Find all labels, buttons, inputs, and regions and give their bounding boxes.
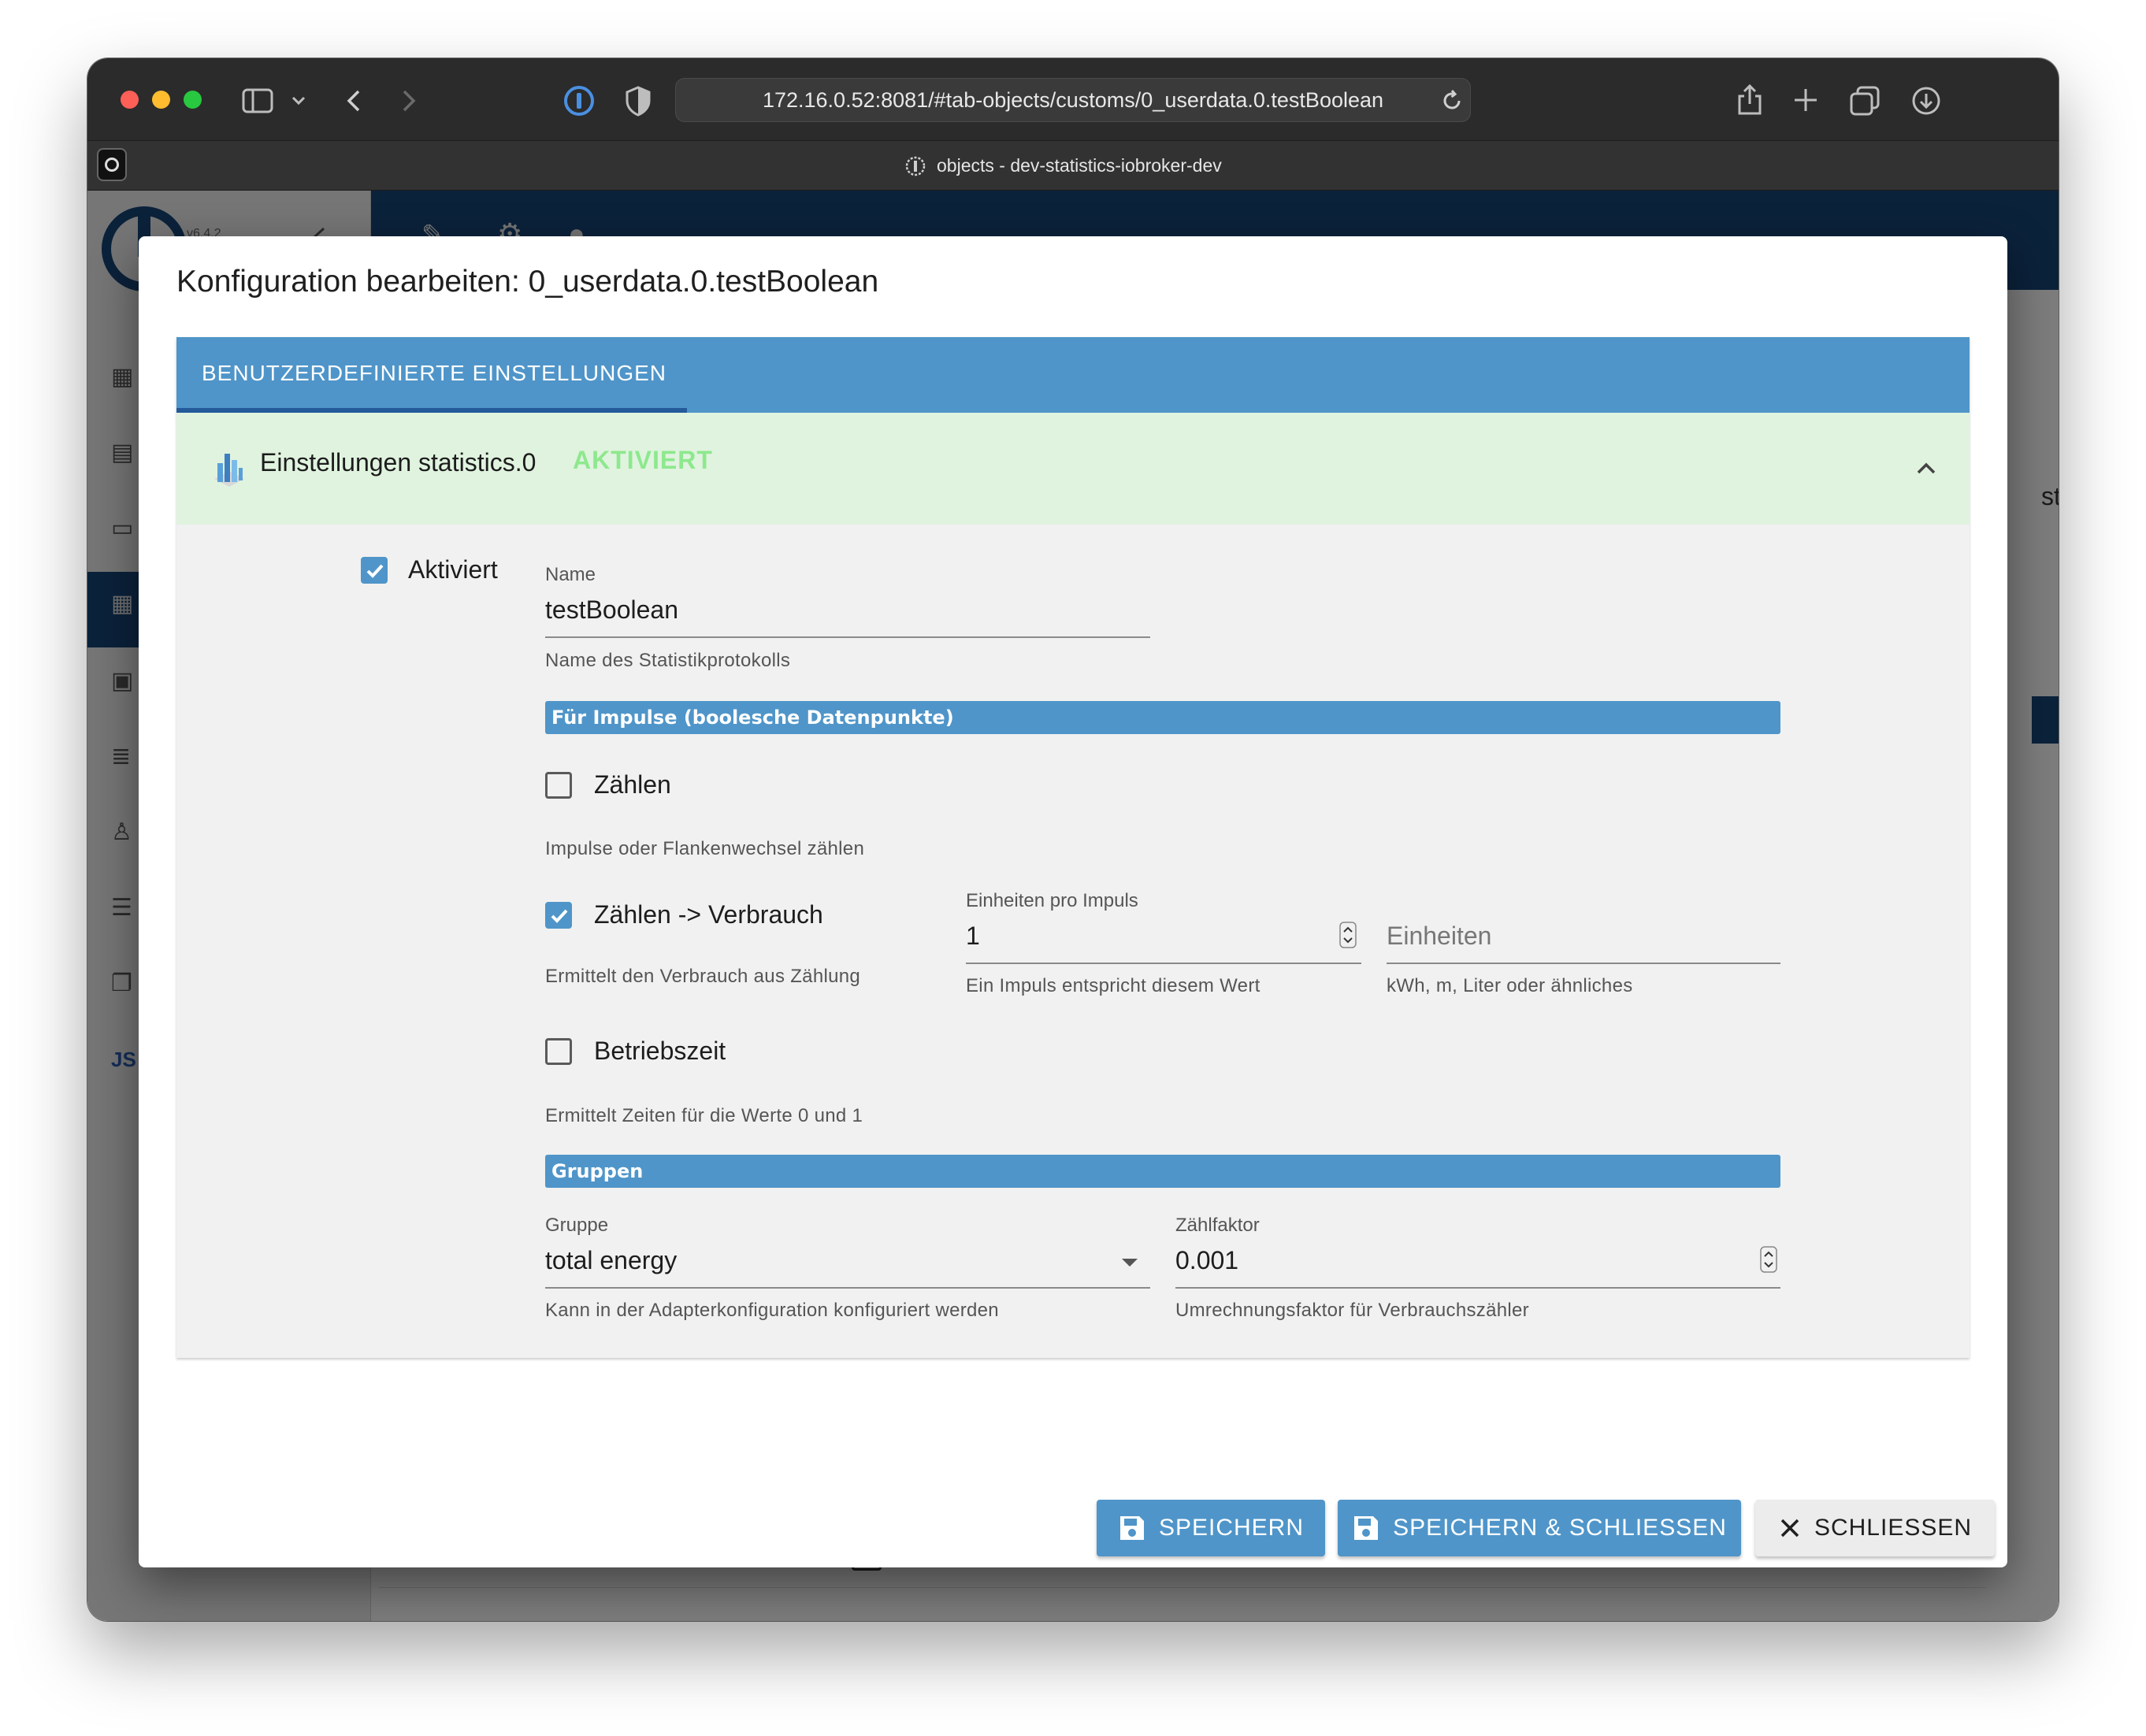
tabs-bar: BENUTZERDEFINIERTE EINSTELLUNGEN bbox=[176, 337, 1970, 413]
count-checkbox[interactable] bbox=[545, 772, 572, 799]
count-factor-label: Zählfaktor bbox=[1175, 1215, 1260, 1236]
sidebar-toggle-icon[interactable] bbox=[242, 88, 273, 113]
units-underline bbox=[1387, 963, 1780, 964]
consumption-checkbox[interactable] bbox=[545, 902, 572, 929]
edit-config-dialog: Konfiguration bearbeiten: 0_userdata.0.t… bbox=[139, 236, 2007, 1567]
chevron-down-icon[interactable] bbox=[291, 95, 306, 107]
name-input[interactable]: testBoolean bbox=[545, 595, 678, 625]
pinned-tab-icon[interactable] bbox=[97, 148, 127, 181]
forward-icon[interactable] bbox=[399, 88, 418, 113]
name-label: Name bbox=[545, 564, 596, 585]
tab-custom-settings[interactable]: BENUTZERDEFINIERTE EINSTELLUNGEN bbox=[202, 337, 666, 410]
group-label: Gruppe bbox=[545, 1215, 609, 1236]
accordion-title: Einstellungen statistics.0 bbox=[260, 448, 536, 477]
consumption-label: Zählen -> Verbrauch bbox=[594, 900, 823, 929]
count-label: Zählen bbox=[594, 770, 671, 799]
save-button[interactable]: SPEICHERN bbox=[1097, 1500, 1325, 1556]
operating-time-label: Betriebszeit bbox=[594, 1037, 726, 1065]
save-close-button[interactable]: SPEICHERN & SCHLIESSEN bbox=[1338, 1500, 1741, 1556]
url-bar[interactable]: 172.16.0.52:8081/#tab-objects/customs/0_… bbox=[675, 78, 1471, 122]
close-button[interactable]: SCHLIESSEN bbox=[1755, 1500, 1995, 1556]
group-select[interactable]: total energy bbox=[545, 1246, 677, 1275]
units-per-impulse-helper: Ein Impuls entspricht diesem Wert bbox=[966, 975, 1260, 996]
name-helper: Name des Statistikprotokolls bbox=[545, 650, 791, 671]
group-underline bbox=[545, 1287, 1150, 1289]
reload-icon[interactable] bbox=[1439, 88, 1465, 113]
consumption-helper: Ermittelt den Verbrauch aus Zählung bbox=[545, 966, 861, 987]
units-per-impulse-label: Einheiten pro Impuls bbox=[966, 890, 1138, 911]
share-icon[interactable] bbox=[1736, 82, 1764, 117]
downloads-icon[interactable] bbox=[1910, 85, 1942, 117]
tab-overview-icon[interactable] bbox=[1849, 85, 1881, 117]
dialog-title: Konfiguration bearbeiten: 0_userdata.0.t… bbox=[176, 265, 879, 299]
count-helper: Impulse oder Flankenwechsel zählen bbox=[545, 838, 865, 859]
number-spinner-icon[interactable] bbox=[1339, 922, 1357, 948]
status-badge: AKTIVIERT bbox=[573, 446, 713, 474]
tab-title[interactable]: objects - dev-statistics-iobroker-dev bbox=[937, 140, 1222, 191]
password-manager-icon[interactable] bbox=[563, 85, 595, 117]
operating-time-helper: Ermittelt Zeiten für die Werte 0 und 1 bbox=[545, 1105, 863, 1126]
floppy-disk-icon bbox=[1119, 1516, 1144, 1540]
dialog-content: BENUTZERDEFINIERTE EINSTELLUNGEN Einstel… bbox=[176, 337, 1970, 1444]
save-close-button-label: SPEICHERN & SCHLIESSEN bbox=[1393, 1515, 1727, 1541]
number-spinner-icon[interactable] bbox=[1760, 1246, 1777, 1273]
close-window-button[interactable] bbox=[121, 91, 139, 109]
count-factor-helper: Umrechnungsfaktor für Verbrauchszähler bbox=[1175, 1300, 1529, 1321]
section-groups: Gruppen bbox=[545, 1155, 1780, 1188]
accordion-header[interactable]: Einstellungen statistics.0 AKTIVIERT bbox=[176, 413, 1970, 525]
settings-accordion: Einstellungen statistics.0 AKTIVIERT Akt… bbox=[176, 413, 1970, 1358]
units-per-impulse-input[interactable]: 1 bbox=[966, 922, 980, 951]
browser-window: 172.16.0.52:8081/#tab-objects/customs/0_… bbox=[87, 58, 2059, 1621]
close-button-label: SCHLIESSEN bbox=[1814, 1515, 1973, 1541]
shield-icon[interactable] bbox=[625, 85, 652, 117]
units-input[interactable]: Einheiten bbox=[1387, 922, 1491, 951]
iobroker-favicon-icon bbox=[905, 156, 926, 176]
back-icon[interactable] bbox=[344, 88, 363, 113]
enabled-label: Aktiviert bbox=[408, 555, 498, 584]
statistics-adapter-icon bbox=[214, 454, 244, 487]
count-factor-input[interactable]: 0.001 bbox=[1175, 1246, 1238, 1275]
minimize-window-button[interactable] bbox=[152, 91, 170, 109]
close-icon bbox=[1780, 1519, 1799, 1538]
operating-time-checkbox[interactable] bbox=[545, 1038, 572, 1065]
units-per-impulse-underline bbox=[966, 963, 1361, 964]
name-underline bbox=[545, 636, 1150, 638]
count-factor-underline bbox=[1175, 1287, 1780, 1289]
floppy-disk-icon bbox=[1354, 1516, 1379, 1540]
dropdown-arrow-icon[interactable] bbox=[1120, 1257, 1139, 1268]
section-impulses: Für Impulse (boolesche Datenpunkte) bbox=[545, 701, 1780, 734]
save-button-label: SPEICHERN bbox=[1158, 1515, 1305, 1541]
browser-toolbar: 172.16.0.52:8081/#tab-objects/customs/0_… bbox=[87, 58, 2059, 140]
group-helper: Kann in der Adapterkonfiguration konfigu… bbox=[545, 1300, 999, 1321]
units-helper: kWh, m, Liter oder ähnliches bbox=[1387, 975, 1633, 996]
enabled-checkbox[interactable] bbox=[361, 557, 388, 584]
new-tab-icon[interactable] bbox=[1792, 87, 1819, 113]
chevron-up-icon[interactable] bbox=[1910, 452, 1943, 485]
zoom-window-button[interactable] bbox=[184, 91, 202, 109]
